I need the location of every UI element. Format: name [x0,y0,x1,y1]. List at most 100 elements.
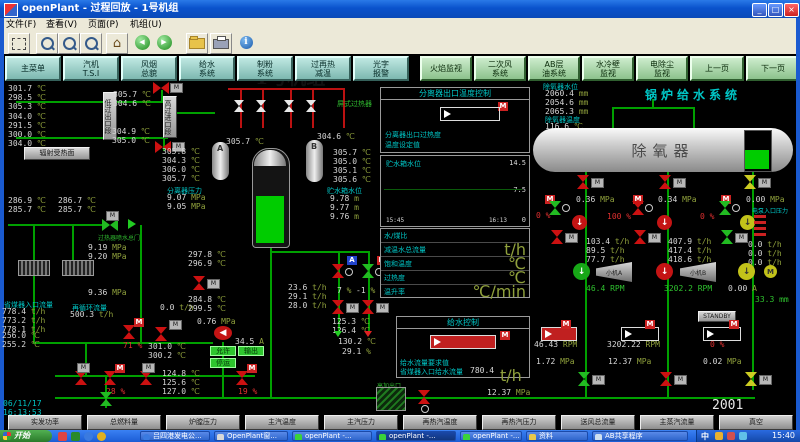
zoom-tool-button-3[interactable] [80,33,102,54]
forward-button[interactable]: ▶ [154,33,174,52]
valve-icon[interactable] [362,300,374,314]
strip-fuel[interactable]: 总燃料量 [87,415,161,430]
strip-steam-flow[interactable]: 主蒸汽流量 [640,415,714,430]
select-tool-button[interactable] [8,33,30,54]
valve-icon[interactable] [193,276,205,290]
zoom-tool-button-2[interactable] [58,33,80,54]
taskbar-window-ab-program[interactable]: AB共享程序 [592,431,688,441]
control-valve-icon[interactable] [123,325,135,339]
valve-icon[interactable] [75,371,87,385]
print-button[interactable] [210,33,232,54]
nav-air-flue[interactable]: 风烟 总貌 [121,56,177,81]
info-button[interactable]: i [236,33,256,52]
valve-icon[interactable] [745,372,757,386]
taskbar-window-browser[interactable]: 吕四港发电公... [140,431,210,441]
turbine-a[interactable]: 小机A [596,262,632,282]
nav-precipitator[interactable]: 电除尘 监视 [636,56,688,81]
home-button[interactable]: ⌂ [106,33,128,54]
allow-button[interactable]: 允许 [210,346,236,356]
quick-launch-icon[interactable] [71,432,80,441]
valve-icon[interactable] [719,201,731,215]
tray-icon[interactable] [715,432,723,440]
radiant-surface-button[interactable]: 辐射受热面 [24,147,90,160]
pump-icon[interactable]: ↓ [573,263,590,280]
valve-icon[interactable] [578,372,590,386]
strip-furnace[interactable]: 炉膛压力 [166,415,240,430]
strip-vacuum[interactable]: 真空 [719,415,793,430]
language-indicator[interactable]: 中 [701,431,709,442]
valve-icon[interactable] [632,201,644,215]
pump-icon[interactable]: ↓ [738,263,755,280]
control-valve-icon[interactable] [104,371,116,385]
valve-icon[interactable] [634,230,646,244]
menu-page[interactable]: 页面(P) [84,19,122,31]
valve-icon[interactable] [153,82,169,94]
pump-icon[interactable]: ↓ [656,263,673,280]
valve-icon[interactable] [418,390,430,404]
valve-icon[interactable] [721,230,733,244]
close-button[interactable]: × [784,3,799,17]
pump-icon[interactable]: ◀ [214,326,232,340]
pump-icon[interactable]: ↓ [657,215,672,230]
pump-icon[interactable]: ↓ [572,215,587,230]
nav-pulverizer[interactable]: 制粉 系统 [237,56,293,81]
nav-flame[interactable]: 火焰监视 [420,56,472,81]
nav-secondary-air[interactable]: 二次风 系统 [474,56,526,81]
heat-exchanger-icon [62,260,94,276]
quick-launch-icon[interactable] [58,432,67,441]
valve-icon[interactable] [577,175,589,189]
nav-turbine-tsi[interactable]: 汽机 T.S.I [63,56,119,81]
back-button[interactable]: ◀ [132,33,152,52]
quick-launch-icon[interactable] [97,432,106,441]
maximize-button[interactable]: □ [768,3,783,17]
taskbar-window-openplant-3[interactable]: openPlant -... [460,431,522,441]
strip-steam-press[interactable]: 主汽压力 [324,415,398,430]
menu-file[interactable]: 文件(F) [2,19,40,31]
zoom-tool-button-1[interactable] [36,33,58,54]
tray-icon[interactable] [739,432,747,440]
nav-attemperator[interactable]: 过再热 减温 [295,56,351,81]
valve-icon[interactable] [100,392,112,406]
strip-rh-press[interactable]: 再热汽压力 [482,415,556,430]
valve-icon[interactable] [659,175,671,189]
nav-alarm[interactable]: 光字 报警 [353,56,409,81]
output-button[interactable]: 输出 [238,346,264,356]
nav-feedwater[interactable]: 给水 系统 [179,56,235,81]
nav-next-page[interactable]: 下一页 [746,56,800,81]
control-valve-icon[interactable] [332,264,344,278]
nav-ab-oil[interactable]: AB层 油系统 [528,56,580,81]
valve-icon[interactable] [155,327,167,341]
valve-icon[interactable] [332,300,344,314]
valve-icon[interactable] [140,371,152,385]
taskbar-window-folder[interactable]: 资料 [526,431,588,441]
nav-waterwall[interactable]: 水冷壁 监视 [582,56,634,81]
turbine-b[interactable]: 小机B [680,262,716,282]
control-valve-icon[interactable] [362,264,374,278]
title-bar[interactable]: openPlant - 过程回放 - 1号机组 [0,0,800,18]
nav-main-menu[interactable]: 主菜单 [5,56,61,81]
strip-power[interactable]: 实发功率 [8,415,82,430]
temps-g: 286.9 ℃285.7 ℃ [8,196,46,214]
pump-icon[interactable]: ↓ [740,215,755,230]
taskbar-window-openplant-2[interactable]: openPlant -... [292,431,372,441]
valve-icon[interactable] [660,372,672,386]
control-valve-icon[interactable] [236,371,248,385]
valve-icon[interactable] [549,201,561,215]
marquee-icon [12,38,26,50]
valve-icon[interactable] [744,175,756,189]
internet-explorer-icon[interactable] [84,432,93,441]
strip-rh-temp[interactable]: 再热汽温度 [403,415,477,430]
start-button[interactable]: 开始 [0,430,52,442]
minimize-button[interactable]: _ [752,3,767,17]
open-button[interactable] [186,33,208,54]
taskbar-window-openplant-1[interactable]: OpenPlant窗... [214,431,288,441]
stop-button[interactable]: 停运 [210,358,236,368]
strip-steam-temp[interactable]: 主汽温度 [245,415,319,430]
taskbar-window-openplant-active[interactable]: openPlant -... [376,431,456,441]
valve-icon[interactable] [551,230,563,244]
tray-icon[interactable] [727,432,735,440]
menu-unit[interactable]: 机组(U) [126,19,166,31]
menu-view[interactable]: 查看(V) [42,19,81,31]
strip-air-flow[interactable]: 送风总流量 [561,415,635,430]
nav-prev-page[interactable]: 上一页 [690,56,744,81]
